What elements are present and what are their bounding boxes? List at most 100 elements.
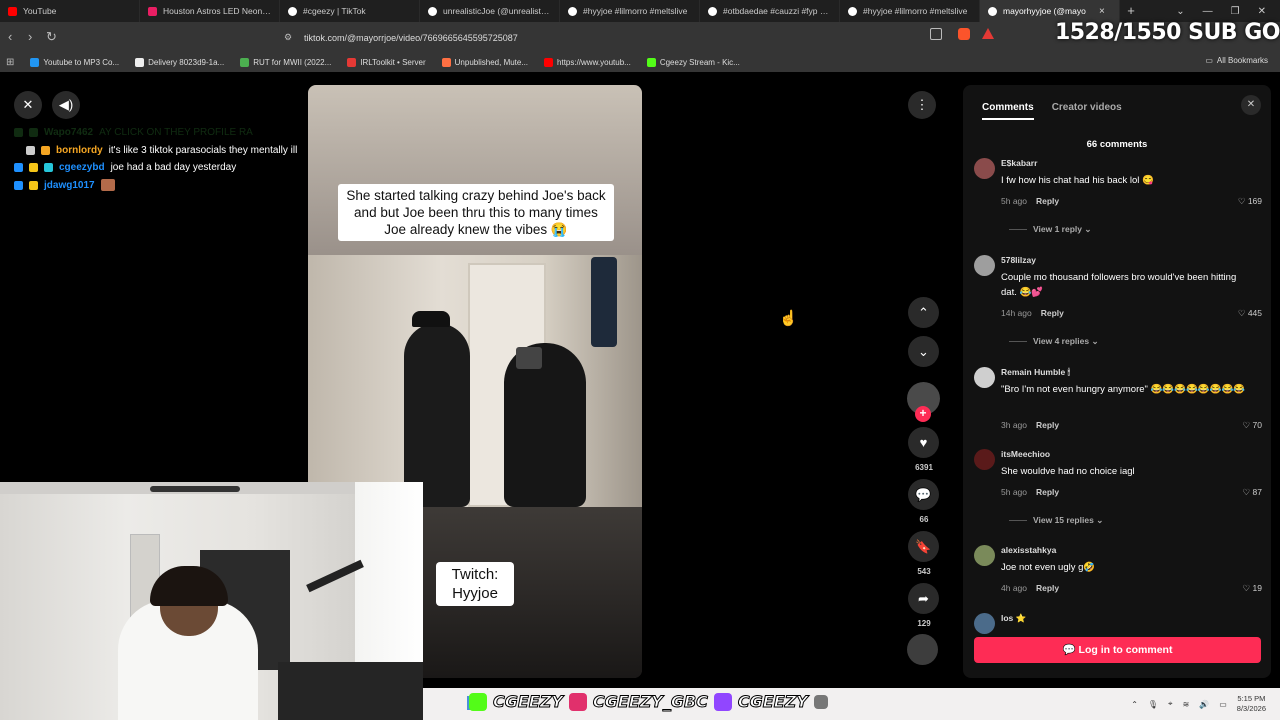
view-replies-button[interactable]: View 4 replies ⌄: [1009, 336, 1099, 347]
close-video-icon[interactable]: ✕: [14, 91, 42, 119]
comment-like[interactable]: ♡ 169: [1238, 196, 1262, 207]
music-disc-icon[interactable]: [907, 634, 938, 665]
taskbar-clock[interactable]: 5:15 PM 8/3/2026: [1237, 694, 1266, 714]
reply-button[interactable]: Reply: [1041, 308, 1064, 318]
rewards-icon[interactable]: [982, 28, 994, 39]
twitch-icon: [713, 692, 732, 711]
tab-title: #hyyjoe #lilmorro #meltslive: [583, 6, 688, 16]
browser-tab[interactable]: #hyyjoe #lilmorro #meltslive: [840, 0, 980, 22]
comment-username[interactable]: 578lilzay: [1001, 255, 1036, 265]
tab-search-icon[interactable]: ⌄: [1176, 6, 1184, 17]
location-icon[interactable]: ⌖: [1168, 699, 1173, 709]
bookmark-icon[interactable]: 🔖: [908, 531, 939, 562]
avatar[interactable]: [974, 613, 995, 634]
avatar[interactable]: [974, 158, 995, 179]
url-field[interactable]: ⚙ tiktok.com/@mayorrjoe/video/7669665645…: [254, 27, 999, 49]
tab-creator-videos[interactable]: Creator videos: [1052, 102, 1122, 120]
heart-icon[interactable]: ♥: [908, 427, 939, 458]
comment-like[interactable]: ♡ 445: [1238, 308, 1262, 319]
instagram-handle: CGEEZY_GBC: [592, 692, 708, 712]
previous-video-icon[interactable]: ⌃: [908, 297, 939, 328]
speaker-icon[interactable]: 🔊: [1199, 700, 1209, 709]
comment-username[interactable]: itsMeechioo: [1001, 449, 1050, 459]
reply-button[interactable]: Reply: [1036, 420, 1059, 430]
new-tab-button[interactable]: +: [1120, 0, 1142, 22]
forward-icon[interactable]: ›: [28, 29, 32, 44]
reply-button[interactable]: Reply: [1036, 487, 1059, 497]
follow-plus-icon[interactable]: +: [915, 406, 931, 422]
close-window-icon[interactable]: ✕: [1258, 6, 1266, 17]
brave-shield-icon[interactable]: [958, 28, 970, 40]
comment-time: 5h ago: [1001, 487, 1027, 497]
comment-username[interactable]: alexisstahkya: [1001, 545, 1056, 555]
minimize-icon[interactable]: —: [1203, 6, 1213, 17]
bookmark-item[interactable]: IRLToolkit • Server: [339, 57, 433, 67]
chat-badge-icon: [14, 180, 23, 190]
bookmark-item[interactable]: Unpublished, Mute...: [434, 57, 536, 67]
youtube-icon: [8, 6, 17, 16]
avatar[interactable]: [974, 545, 995, 566]
site-info-icon[interactable]: ⚙: [284, 32, 292, 43]
url-text: tiktok.com/@mayorrjoe/video/766966564559…: [304, 33, 518, 43]
battery-icon[interactable]: ▭: [1219, 700, 1227, 709]
cast-icon[interactable]: [930, 28, 942, 40]
reply-button[interactable]: Reply: [1036, 583, 1059, 593]
chat-message: bornlordy it's like 3 tiktok parasocials …: [14, 142, 297, 160]
comment-meta: 5h ago Reply: [1001, 196, 1059, 206]
browser-tab[interactable]: #otbdaedae #cauzzi #fyp @C: [700, 0, 840, 22]
bookmark-item[interactable]: https://www.youtub...: [536, 57, 639, 67]
tiktok-icon: [848, 6, 857, 16]
volume-icon[interactable]: ◀): [52, 91, 80, 119]
apps-grid-icon[interactable]: ⊞: [0, 57, 22, 68]
chevron-up-icon[interactable]: ⌃: [1131, 700, 1138, 709]
twitch-handle: CGEEZY: [737, 692, 808, 712]
tab-comments[interactable]: Comments: [982, 102, 1034, 120]
comment-like[interactable]: ♡ 19: [1243, 583, 1262, 594]
comment-username[interactable]: E$kabarr: [1001, 158, 1037, 168]
next-video-icon[interactable]: ⌄: [908, 336, 939, 367]
login-to-comment-button[interactable]: 💬 Log in to comment: [974, 637, 1261, 663]
sub-goal-overlay: 1528/1550 SUB GO: [1054, 20, 1280, 45]
bookmark-item[interactable]: RUT for MWII (2022...: [232, 57, 339, 67]
more-options-icon[interactable]: ⋮: [908, 91, 936, 119]
close-panel-icon[interactable]: ✕: [1241, 95, 1261, 115]
comment-username[interactable]: los ⭐: [1001, 613, 1026, 624]
maximize-icon[interactable]: ❐: [1231, 6, 1240, 17]
comment-like[interactable]: ♡ 87: [1243, 487, 1262, 498]
reload-icon[interactable]: ↻: [46, 29, 57, 45]
avatar[interactable]: [974, 449, 995, 470]
avatar[interactable]: [974, 367, 995, 388]
comment-icon[interactable]: 💬: [908, 479, 939, 510]
chat-emote-icon: [100, 179, 115, 192]
browser-tab[interactable]: #cgeezy | TikTok: [280, 0, 420, 22]
window-controls: ⌄ — ❐ ✕: [1176, 0, 1280, 22]
bookmark-label: Cgeezy Stream - Kic...: [659, 57, 740, 67]
browser-tab[interactable]: YouTube: [0, 0, 140, 22]
comment-text: She wouldve had no choice iagl: [1001, 466, 1135, 477]
browser-tab[interactable]: unrealisticJoe (@unrealisticjoe: [420, 0, 560, 22]
microphone-icon[interactable]: 🎙: [1148, 700, 1158, 709]
chat-message: cgeezybd joe had a bad day yesterday: [14, 159, 297, 177]
hanging-clothes: [591, 257, 617, 347]
bookmark-item[interactable]: Youtube to MP3 Co...: [22, 57, 127, 67]
browser-tab[interactable]: #hyyjoe #lilmorro #meltslive: [560, 0, 700, 22]
like-count: 6391: [915, 463, 933, 472]
comment-count-header: 66 comments: [1086, 139, 1148, 150]
bookmark-item[interactable]: Delivery 8023d9-1a...: [127, 57, 232, 67]
browser-tab-active[interactable]: mayorhyyjoe (@mayo ×: [980, 0, 1120, 22]
view-replies-button[interactable]: View 1 reply ⌄: [1009, 224, 1091, 235]
view-replies-button[interactable]: View 15 replies ⌄: [1009, 515, 1103, 526]
all-bookmarks-button[interactable]: ▭ All Bookmarks: [1205, 56, 1268, 65]
tab-close-icon[interactable]: ×: [1099, 6, 1105, 17]
browser-tab[interactable]: Houston Astros LED Neon Lig: [140, 0, 280, 22]
back-icon[interactable]: ‹: [8, 29, 12, 44]
comment-like-count: 87: [1252, 487, 1262, 497]
wifi-icon[interactable]: ≋: [1183, 700, 1190, 709]
bookmark-item[interactable]: Cgeezy Stream - Kic...: [639, 57, 748, 67]
share-icon[interactable]: ➦: [908, 583, 939, 614]
reply-button[interactable]: Reply: [1036, 196, 1059, 206]
chat-badge-icon: [44, 163, 53, 173]
comment-like[interactable]: ♡ 70: [1243, 420, 1262, 431]
avatar[interactable]: [974, 255, 995, 276]
comment-username[interactable]: Remain Humble 🕯: [1001, 367, 1070, 378]
